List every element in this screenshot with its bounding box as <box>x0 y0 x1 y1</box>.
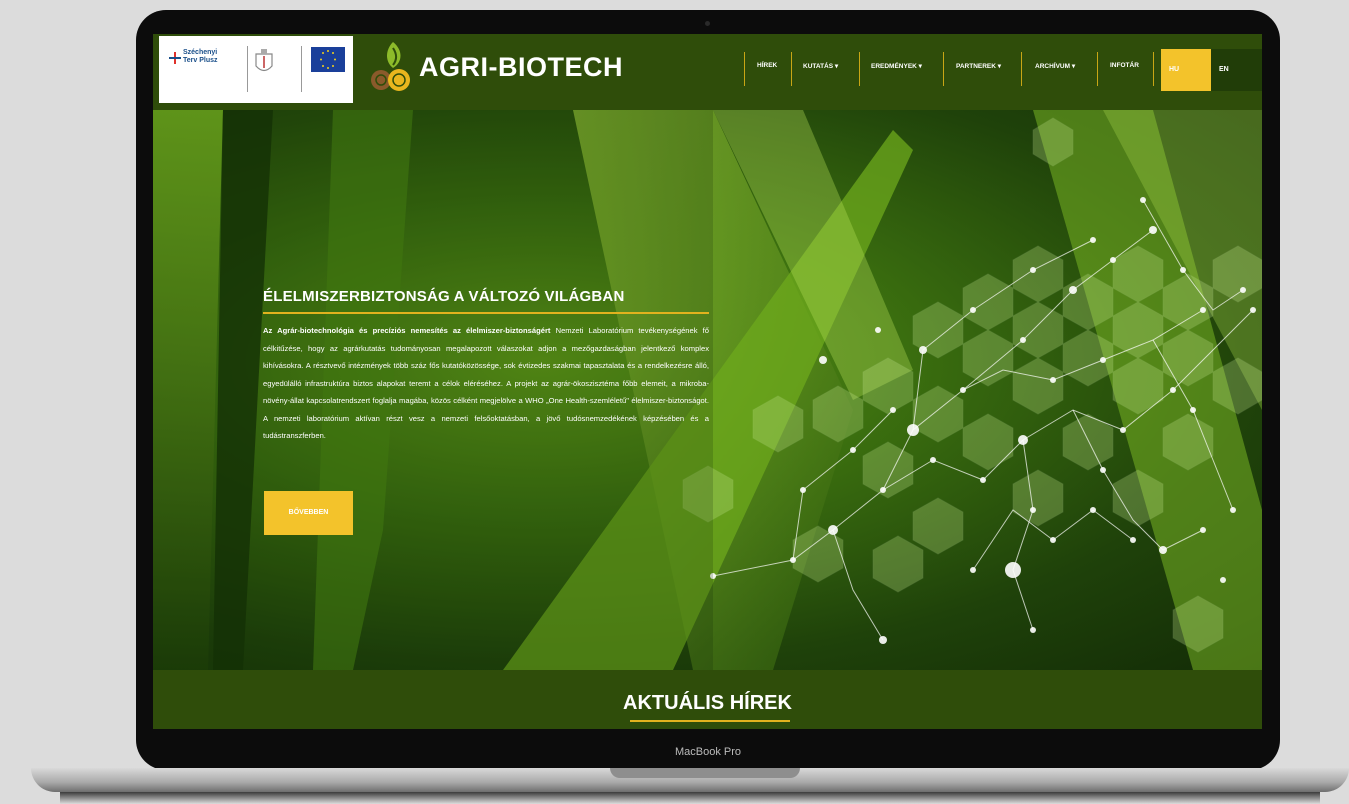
nav-item-hirek[interactable]: HÍREK <box>757 62 777 69</box>
logo-divider <box>301 46 302 92</box>
partner-logos[interactable]: Széchenyi Terv Plusz <box>159 36 353 103</box>
lang-en-button[interactable]: EN <box>1211 49 1262 91</box>
nav-item-kutatas[interactable]: KUTATÁS ▾ <box>803 62 838 70</box>
lang-en-label: EN <box>1219 66 1229 73</box>
news-section-title: AKTUÁLIS HÍREK <box>623 692 792 714</box>
szechenyi-cross-icon <box>169 52 181 64</box>
nav-item-eredmenyek[interactable]: EREDMÉNYEK ▾ <box>871 62 922 70</box>
more-button[interactable]: BŐVEBBEN <box>264 491 353 535</box>
nav-separator <box>1097 52 1098 86</box>
hero-description-bold: Az Agrár-biotechnológia és precíziós nem… <box>263 326 551 335</box>
szechenyi-logo-text: Széchenyi Terv Plusz <box>183 49 218 64</box>
nav-item-infotar[interactable]: INFOTÁR <box>1110 62 1139 69</box>
eu-flag-icon <box>311 47 345 72</box>
camera-dot <box>705 21 710 26</box>
lang-hu-label: HU <box>1169 66 1180 73</box>
hero-description-text: Nemzeti Laboratórium tevékenységének fő … <box>263 326 709 440</box>
hero-description: Az Agrár-biotechnológia és precíziós nem… <box>263 322 709 445</box>
device-label: MacBook Pro <box>674 746 742 758</box>
nav-separator <box>943 52 944 86</box>
nav-item-archivum[interactable]: ARCHÍVUM ▾ <box>1035 62 1075 70</box>
agri-biotech-logo-icon <box>371 42 410 91</box>
brand-name[interactable]: AGRI-BIOTECH <box>419 52 623 83</box>
nav-separator <box>1153 52 1154 86</box>
lang-hu-button[interactable]: HU <box>1161 49 1211 91</box>
laptop-notch <box>610 768 800 778</box>
hero-title-underline <box>263 312 709 314</box>
nav-separator <box>859 52 860 86</box>
news-title-underline <box>630 720 790 722</box>
hero-banner: ÉLELMISZERBIZTONSÁG A VÁLTOZÓ VILÁGBAN A… <box>153 110 1262 670</box>
logo-divider <box>247 46 248 92</box>
laptop-shadow <box>60 792 1320 804</box>
news-section-header: AKTUÁLIS HÍREK <box>153 670 1262 729</box>
hero-title: ÉLELMISZERBIZTONSÁG A VÁLTOZÓ VILÁGBAN <box>263 288 625 305</box>
browser-screen: Széchenyi Terv Plusz AGRI-BIOTECH HÍREK … <box>153 34 1262 729</box>
site-header: Széchenyi Terv Plusz AGRI-BIOTECH HÍREK … <box>153 34 1262 110</box>
nav-separator <box>1021 52 1022 86</box>
nav-separator <box>791 52 792 86</box>
nav-item-partnerek[interactable]: PARTNEREK ▾ <box>956 62 1001 70</box>
hungary-crest-icon <box>255 49 273 72</box>
nav-separator <box>744 52 745 86</box>
